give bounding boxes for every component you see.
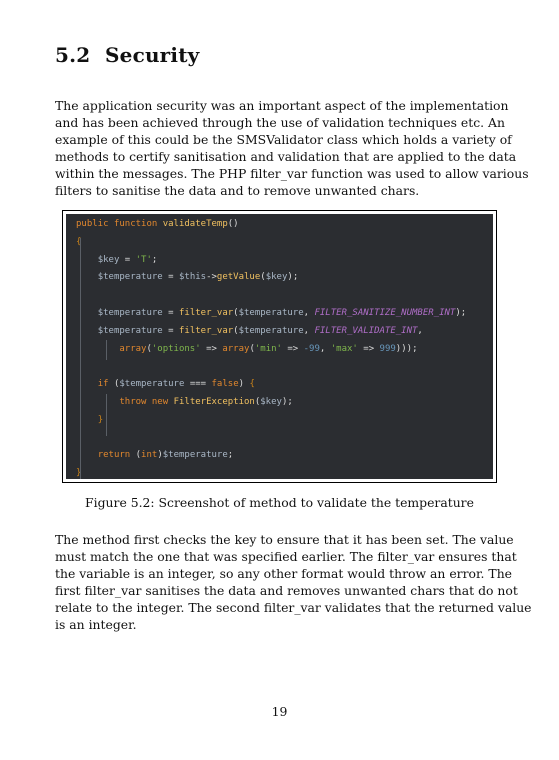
- code-line: return (int)$temperature;: [97, 450, 234, 461]
- code-line: $key = 'T';: [97, 254, 158, 265]
- code-screenshot: public function validateTemp() { $key = '…: [66, 214, 493, 479]
- paragraph-line: and has been achieved through the use of…: [55, 115, 505, 130]
- code-line: throw new FilterException($key);: [119, 396, 293, 407]
- code-line: }: [97, 414, 104, 425]
- code-line: $temperature = $this->getValue($key);: [97, 272, 299, 283]
- paragraph-line: The application security was an importan…: [55, 98, 509, 113]
- paragraph-line: filters to sanitise the data and to remo…: [55, 183, 420, 198]
- code-line: if ($temperature === false) {: [97, 379, 255, 390]
- code-line: $temperature = filter_var($temperature, …: [97, 307, 467, 318]
- code-lines: public function validateTemp() { $key = '…: [76, 216, 493, 479]
- code-line: }: [76, 468, 82, 479]
- paragraph-line: the variable is an integer, so any other…: [55, 566, 513, 581]
- indent-guide: [80, 238, 81, 479]
- document-page: 5.2 Security The application security was…: [0, 0, 559, 760]
- paragraph-line: relate to the integer. The second filter…: [55, 600, 532, 615]
- indent-guide: [106, 340, 107, 360]
- paragraph-line: within the messages. The PHP filter_var …: [55, 166, 529, 181]
- section-heading: 5.2 Security: [55, 43, 199, 67]
- paragraph-line: example of this could be the SMSValidato…: [55, 132, 512, 147]
- page-number: 19: [271, 704, 288, 719]
- code-line: $temperature = filter_var($temperature, …: [97, 325, 423, 336]
- intro-paragraph: The application security was an importan…: [55, 97, 529, 199]
- indent-guide: [106, 394, 107, 436]
- figure-caption: Figure 5.2: Screenshot of method to vali…: [85, 495, 474, 510]
- explanation-paragraph: The method first checks the key to ensur…: [55, 531, 532, 633]
- section-number: 5.2: [55, 43, 91, 67]
- code-line: {: [76, 236, 82, 247]
- code-line: public function validateTemp(): [76, 219, 239, 229]
- paragraph-line: is an integer.: [55, 617, 137, 632]
- paragraph-line: first filter_var sanitises the data and …: [55, 583, 518, 598]
- code-line: array('options' => array('min' => -99, '…: [119, 343, 418, 354]
- figure-frame: public function validateTemp() { $key = '…: [62, 210, 497, 483]
- paragraph-line: methods to certify sanitisation and vali…: [55, 149, 517, 164]
- paragraph-line: The method first checks the key to ensur…: [55, 532, 514, 547]
- section-title: Security: [105, 43, 200, 67]
- paragraph-line: must match the one that was specified ea…: [55, 549, 517, 564]
